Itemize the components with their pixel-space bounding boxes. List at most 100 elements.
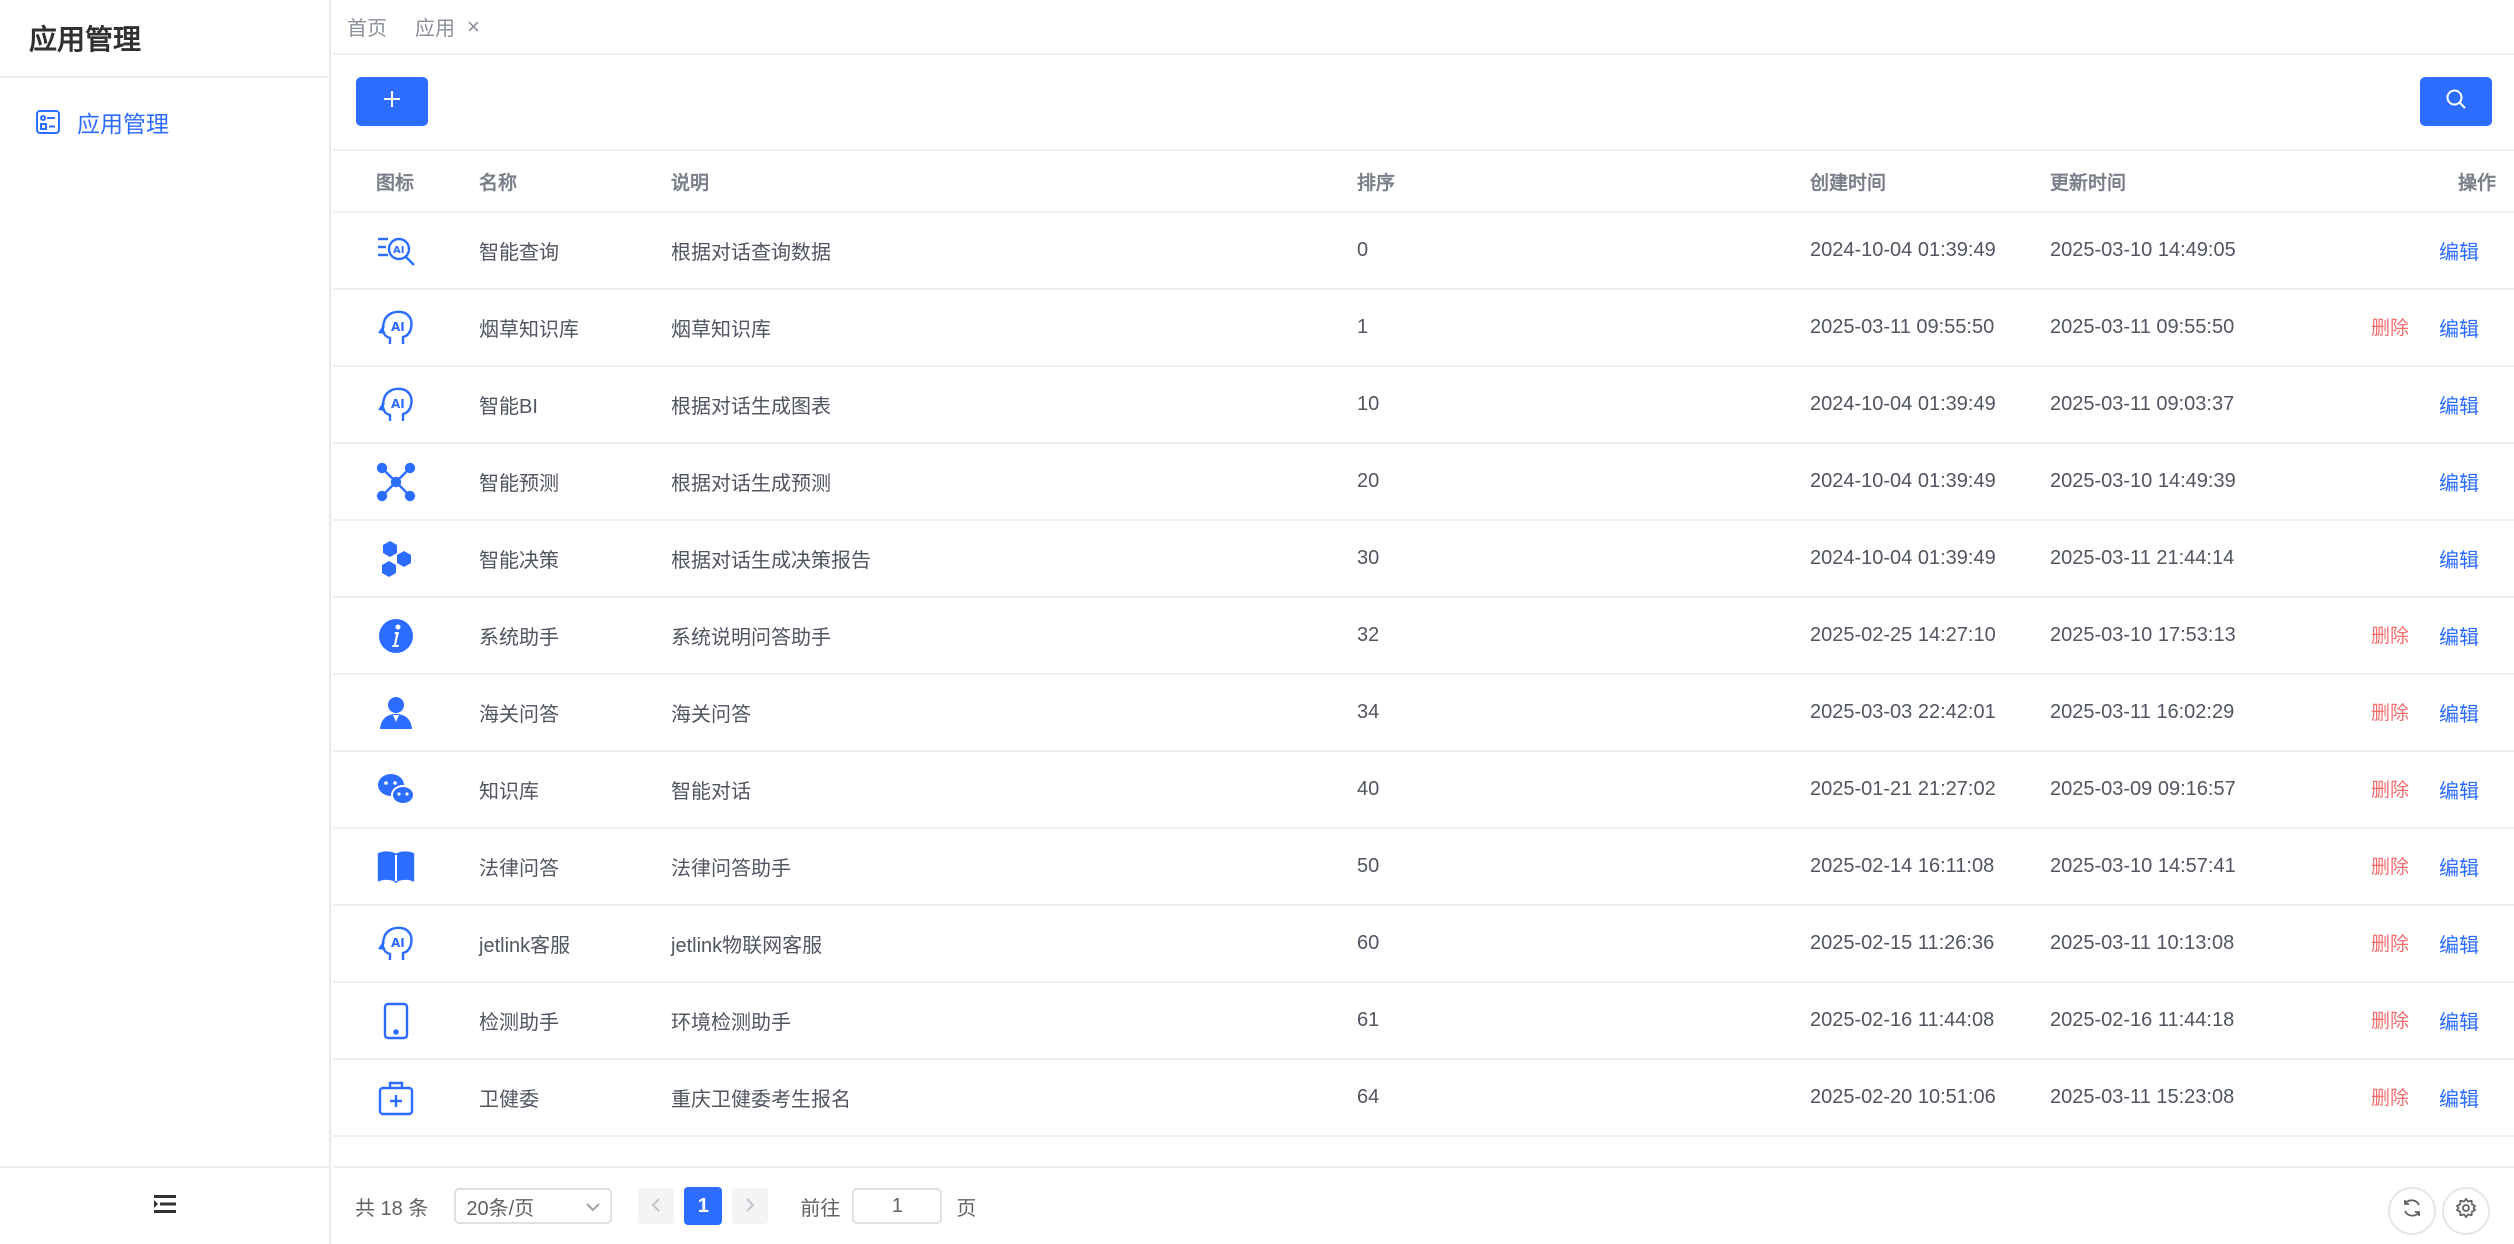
cell-desc: 根据对话生成图表 — [671, 396, 831, 418]
ai-head-icon: AI — [376, 385, 479, 425]
edit-button[interactable]: 编辑 — [2439, 929, 2479, 958]
cell-updated: 2025-03-10 14:49:05 — [2050, 239, 2236, 261]
sidebar: 应用管理 应用管理 — [0, 0, 331, 1244]
sidebar-item-app-management[interactable]: 应用管理 — [0, 78, 329, 166]
cell-desc: 智能对话 — [671, 781, 751, 803]
delete-button[interactable]: 删除 — [2371, 852, 2409, 881]
gear-icon — [2455, 1197, 2477, 1225]
cell-desc: 根据对话生成预测 — [671, 473, 831, 495]
app-list-icon — [35, 109, 61, 135]
cell-created: 2025-02-25 14:27:10 — [1810, 624, 1996, 646]
edit-button[interactable]: 编辑 — [2439, 852, 2479, 881]
goto-label: 前往 — [800, 1197, 841, 1220]
edit-button[interactable]: 编辑 — [2439, 467, 2479, 496]
cell-order: 61 — [1357, 1009, 1380, 1031]
table-row: AI 烟草知识库 烟草知识库 1 2025-03-11 09:55:50 2025-03-… — [333, 290, 2514, 367]
cell-desc: jetlink物联网客服 — [671, 935, 823, 957]
add-button[interactable] — [356, 77, 428, 126]
pagination: 共 18 条 20条/页 1 前往 页 — [333, 1166, 2514, 1244]
edit-button[interactable]: 编辑 — [2439, 313, 2479, 342]
ai-head-icon: AI — [376, 308, 479, 348]
prev-page-button[interactable] — [638, 1188, 675, 1224]
medical-kit-icon — [376, 1078, 479, 1118]
edit-button[interactable]: 编辑 — [2439, 621, 2479, 650]
tablet-icon — [376, 1001, 479, 1041]
tab-home[interactable]: 首页 — [347, 12, 387, 41]
info-icon — [376, 616, 479, 656]
svg-text:AI: AI — [391, 320, 405, 334]
plus-icon — [382, 89, 402, 114]
cell-updated: 2025-03-11 09:55:50 — [2050, 316, 2235, 338]
edit-button[interactable]: 编辑 — [2439, 236, 2479, 265]
tab-bar: 首页 应用 × — [333, 0, 2514, 55]
cell-order: 20 — [1357, 470, 1380, 492]
search-button[interactable] — [2420, 77, 2492, 126]
edit-button[interactable]: 编辑 — [2439, 1006, 2479, 1035]
delete-button[interactable]: 删除 — [2371, 698, 2409, 727]
cell-created: 2025-01-21 21:27:02 — [1810, 778, 1996, 800]
svg-text:AI: AI — [393, 245, 404, 256]
refresh-icon — [2401, 1197, 2423, 1225]
delete-button[interactable]: 删除 — [2371, 621, 2409, 650]
refresh-button[interactable] — [2388, 1187, 2436, 1235]
table-row: 法律问答 法律问答助手 50 2025-02-14 16:11:08 2025-03-1… — [333, 829, 2514, 906]
cell-ops: 编辑 — [2340, 236, 2514, 265]
cell-ops: 删除 编辑 — [2340, 775, 2514, 804]
page-size-value: 20条/页 — [466, 1197, 535, 1220]
cell-created: 2024-10-04 01:39:49 — [1810, 547, 1996, 569]
page-number-current[interactable]: 1 — [684, 1187, 723, 1225]
menu-collapse-icon[interactable] — [153, 1194, 176, 1219]
ai-head-icon: AI — [376, 924, 479, 964]
table-row: 智能预测 根据对话生成预测 20 2024-10-04 01:39:49 2025-03… — [333, 444, 2514, 521]
cell-created: 2025-02-14 16:11:08 — [1810, 855, 1995, 877]
cell-updated: 2025-03-11 21:44:14 — [2050, 547, 2235, 569]
settings-button[interactable] — [2442, 1187, 2490, 1235]
cell-name: 卫健委 — [479, 1089, 539, 1111]
cell-updated: 2025-03-11 10:13:08 — [2050, 932, 2235, 954]
cell-created: 2024-10-04 01:39:49 — [1810, 393, 1996, 415]
sidebar-footer — [0, 1166, 329, 1244]
goto-page-input[interactable] — [852, 1188, 943, 1224]
edit-button[interactable]: 编辑 — [2439, 775, 2479, 804]
cell-ops: 删除 编辑 — [2340, 621, 2514, 650]
delete-button[interactable]: 删除 — [2371, 775, 2409, 804]
cell-created: 2025-03-03 22:42:01 — [1810, 701, 1996, 723]
header-ops: 操作 — [2340, 168, 2514, 195]
cell-updated: 2025-03-10 14:49:39 — [2050, 470, 2236, 492]
cell-name: 智能预测 — [479, 473, 559, 495]
cell-created: 2025-03-11 09:55:50 — [1810, 316, 1995, 338]
delete-button[interactable]: 删除 — [2371, 313, 2409, 342]
search-icon — [2445, 88, 2467, 115]
cell-name: 法律问答 — [479, 858, 559, 880]
cell-created: 2024-10-04 01:39:49 — [1810, 470, 1996, 492]
header-updated: 更新时间 — [2050, 172, 2127, 194]
table-row: 检测助手 环境检测助手 61 2025-02-16 11:44:08 2025-02-1… — [333, 983, 2514, 1060]
edit-button[interactable]: 编辑 — [2439, 544, 2479, 573]
cell-updated: 2025-03-10 14:57:41 — [2050, 855, 2236, 877]
cell-desc: 海关问答 — [671, 704, 751, 726]
cell-desc: 重庆卫健委考生报名 — [671, 1089, 851, 1111]
edit-button[interactable]: 编辑 — [2439, 1083, 2479, 1112]
cell-created: 2025-02-20 10:51:06 — [1810, 1086, 1996, 1108]
cell-order: 50 — [1357, 855, 1380, 877]
tab-apps[interactable]: 应用 — [415, 12, 455, 41]
cell-desc: 根据对话生成决策报告 — [671, 550, 871, 572]
table-row: AI 智能查询 根据对话查询数据 0 2024-10-04 01:39:49 2025-0… — [333, 213, 2514, 290]
cell-name: 系统助手 — [479, 627, 559, 649]
table-header: 图标 名称 说明 排序 创建时间 更新时间 操作 — [333, 151, 2514, 213]
edit-button[interactable]: 编辑 — [2439, 698, 2479, 727]
svg-text:AI: AI — [391, 936, 405, 950]
page-size-select[interactable]: 20条/页 — [454, 1188, 613, 1224]
cell-name: 海关问答 — [479, 704, 559, 726]
delete-button[interactable]: 删除 — [2371, 1083, 2409, 1112]
cell-name: 智能BI — [479, 396, 538, 418]
cell-created: 2025-02-16 11:44:08 — [1810, 1009, 1995, 1031]
cell-ops: 删除 编辑 — [2340, 852, 2514, 881]
delete-button[interactable]: 删除 — [2371, 1006, 2409, 1035]
hexagons-icon — [376, 539, 479, 579]
edit-button[interactable]: 编辑 — [2439, 390, 2479, 419]
close-icon[interactable]: × — [467, 14, 480, 40]
network-nodes-icon — [376, 462, 479, 502]
next-page-button[interactable] — [732, 1188, 769, 1224]
delete-button[interactable]: 删除 — [2371, 929, 2409, 958]
